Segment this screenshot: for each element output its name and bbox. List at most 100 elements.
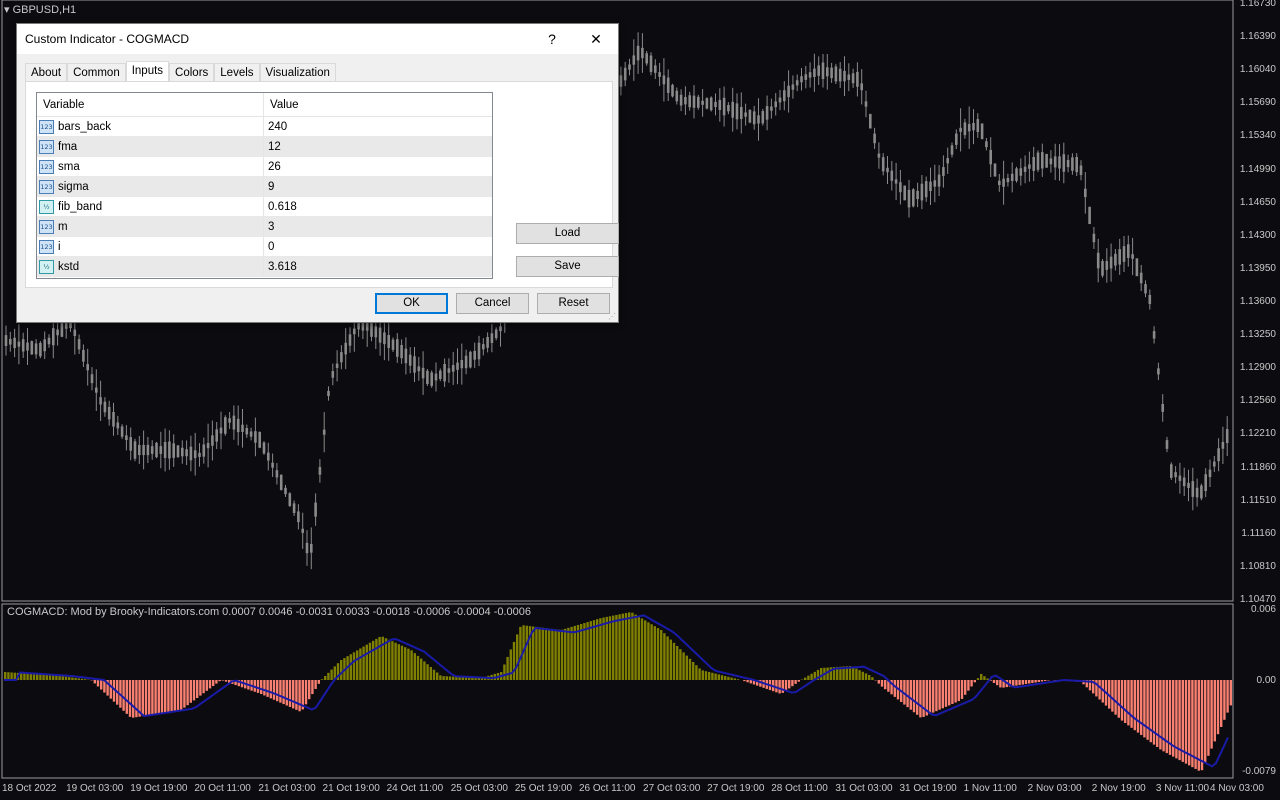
variable-cell[interactable]: 123 sigma <box>37 177 264 196</box>
candle-body <box>383 332 386 345</box>
histogram-bar <box>359 648 362 680</box>
help-button[interactable]: ? <box>537 28 567 50</box>
save-button[interactable]: Save <box>516 256 619 277</box>
histogram-bar <box>308 680 311 700</box>
int-icon: 123 <box>39 119 54 134</box>
value-cell[interactable]: 0.618 <box>264 197 492 216</box>
candle-body <box>890 170 894 181</box>
custom-indicator-dialog: Custom Indicator - COGMACD ? ✕ About Com… <box>16 23 619 323</box>
candle-body <box>722 97 726 116</box>
variable-cell[interactable]: 123 i <box>37 237 264 256</box>
candle-body <box>211 435 214 446</box>
value-cell[interactable]: 3.618 <box>264 257 492 276</box>
time-tick: 27 Oct 19:00 <box>707 783 765 794</box>
input-row-fma[interactable]: 123 fma 12 <box>37 137 492 157</box>
histogram-bar <box>538 627 541 680</box>
candle-body <box>39 342 42 357</box>
variable-cell[interactable]: ½ fib_band <box>37 197 264 216</box>
histogram-bar <box>644 620 647 680</box>
variable-cell[interactable]: ½ kstd <box>37 257 264 276</box>
time-tick: 20 Oct 11:00 <box>194 783 251 794</box>
input-row-sigma[interactable]: 123 sigma 9 <box>37 177 492 197</box>
histogram-bar <box>858 670 861 680</box>
tab-visualization[interactable]: Visualization <box>259 63 336 82</box>
candle-body <box>327 390 330 397</box>
candle-body <box>318 467 322 475</box>
candle-body <box>271 462 274 468</box>
value-cell[interactable]: 240 <box>264 117 492 136</box>
variable-cell[interactable]: 123 sma <box>37 157 264 176</box>
candle-body <box>972 122 975 131</box>
histogram-bar <box>938 680 941 710</box>
header-variable[interactable]: Variable <box>37 93 264 116</box>
variable-cell[interactable]: 123 fma <box>37 137 264 156</box>
histogram-bar <box>640 618 644 680</box>
indicator-label: COGMACD: Mod by Brooky-Indicators.com 0.… <box>7 606 532 618</box>
candle-body <box>189 446 193 461</box>
value-cell[interactable]: 12 <box>264 137 492 156</box>
input-row-bars-back[interactable]: 123 bars_back 240 <box>37 117 492 137</box>
histogram-bar <box>599 618 602 680</box>
candle-body <box>460 359 464 369</box>
input-row-kstd[interactable]: ½ kstd 3.618 <box>37 257 492 277</box>
candle-body <box>374 326 378 338</box>
candle-body <box>73 329 77 336</box>
histogram-bar <box>154 680 157 715</box>
input-row-fib-band[interactable]: ½ fib_band 0.618 <box>37 197 492 217</box>
tab-about[interactable]: About <box>25 63 68 82</box>
dialog-title-bar[interactable]: Custom Indicator - COGMACD ? ✕ <box>17 24 618 54</box>
candle-body <box>1053 156 1057 168</box>
value-cell[interactable]: 3 <box>264 217 492 236</box>
histogram-bar <box>1040 680 1044 682</box>
tab-common[interactable]: Common <box>67 63 126 82</box>
histogram-bar <box>628 612 631 680</box>
ok-button[interactable]: OK <box>375 293 448 314</box>
histogram-bar <box>1207 680 1210 756</box>
candle-body <box>688 95 691 108</box>
histogram-bar <box>573 625 576 680</box>
histogram-bar <box>653 626 656 680</box>
variable-cell[interactable]: 123 m <box>37 217 264 236</box>
candle-body <box>1191 481 1195 497</box>
resize-grip-icon[interactable]: ⋰ <box>608 312 616 321</box>
load-button[interactable]: Load <box>516 223 619 244</box>
dialog-title: Custom Indicator - COGMACD <box>25 32 190 46</box>
histogram-bar <box>970 680 973 687</box>
cancel-button[interactable]: Cancel <box>456 293 529 314</box>
input-row-m[interactable]: 123 m 3 <box>37 217 492 237</box>
candle-body <box>645 53 648 64</box>
candle-body <box>348 334 352 346</box>
value-cell[interactable]: 0 <box>264 237 492 256</box>
histogram-bar <box>932 680 935 713</box>
candle-body <box>439 370 442 380</box>
histogram-bar <box>314 680 317 689</box>
input-row-i[interactable]: 123 i 0 <box>37 237 492 257</box>
reset-button[interactable]: Reset <box>537 293 610 314</box>
value-cell[interactable]: 26 <box>264 157 492 176</box>
input-row-sma[interactable]: 123 sma 26 <box>37 157 492 177</box>
candle-body <box>963 122 967 136</box>
histogram-bar <box>192 680 196 701</box>
value-cell[interactable]: 9 <box>264 177 492 196</box>
candle-body <box>477 342 481 360</box>
histogram-bar <box>535 626 538 680</box>
close-button[interactable]: ✕ <box>581 28 611 50</box>
candle-body <box>254 431 257 443</box>
candle-body <box>408 354 412 366</box>
tab-inputs[interactable]: Inputs <box>125 61 170 82</box>
candle-body <box>99 397 102 405</box>
histogram-bar <box>746 680 749 683</box>
candle-body <box>770 106 773 111</box>
candle-body <box>1195 487 1199 498</box>
tab-colors[interactable]: Colors <box>169 63 215 82</box>
histogram-bar <box>1124 680 1127 723</box>
histogram-bar <box>650 624 653 680</box>
histogram-bar <box>256 680 260 693</box>
candle-body <box>804 74 808 80</box>
histogram-bar <box>592 620 596 680</box>
tab-levels[interactable]: Levels <box>214 63 260 82</box>
variable-name: kstd <box>58 260 80 273</box>
header-value[interactable]: Value <box>264 93 492 116</box>
variable-cell[interactable]: 123 bars_back <box>37 117 264 136</box>
indicator-tick: 0.006 <box>1250 604 1276 615</box>
